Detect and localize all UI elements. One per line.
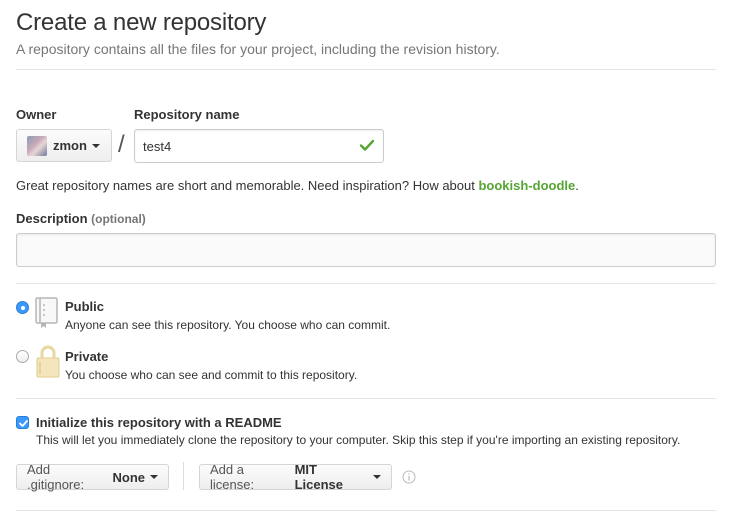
toolbar-divider: [183, 462, 184, 490]
page-subtitle: A repository contains all the files for …: [16, 41, 500, 57]
gitignore-dropdown[interactable]: Add .gitignore: None: [16, 462, 169, 492]
readme-title: Initialize this repository with a README: [36, 415, 282, 430]
caret-down-icon: [150, 475, 158, 479]
checkmark-icon: [19, 420, 28, 427]
divider: [16, 510, 716, 511]
check-icon: [359, 139, 375, 151]
hint-text: Great repository names are short and mem…: [16, 178, 479, 193]
page-title: Create a new repository: [16, 9, 267, 36]
divider: [16, 283, 716, 284]
caret-down-icon: [91, 143, 100, 148]
license-dropdown[interactable]: Add a license: MIT License: [199, 462, 392, 492]
optional-note: (optional): [91, 212, 146, 226]
description-label-text: Description: [16, 211, 88, 226]
gitignore-prefix: Add .gitignore:: [27, 462, 85, 492]
description-label: Description (optional): [16, 211, 146, 226]
divider: [16, 69, 716, 70]
private-desc: You choose who can see and commit to thi…: [65, 368, 358, 382]
description-input[interactable]: [16, 233, 716, 267]
name-hint: Great repository names are short and mem…: [16, 178, 579, 193]
owner-repo-separator: /: [118, 131, 125, 158]
gitignore-value: None: [112, 469, 146, 485]
owner-dropdown[interactable]: zmon: [16, 129, 112, 162]
caret-down-icon: [373, 475, 381, 479]
owner-value: zmon: [53, 138, 87, 153]
lock-icon: [36, 345, 60, 378]
repo-name-input[interactable]: [134, 129, 384, 163]
hint-end: .: [575, 178, 579, 193]
repo-name-label: Repository name: [134, 107, 240, 122]
readme-checkbox[interactable]: [16, 416, 29, 429]
owner-label: Owner: [16, 107, 57, 122]
public-title: Public: [65, 299, 105, 314]
public-desc: Anyone can see this repository. You choo…: [65, 318, 391, 332]
readme-desc: This will let you immediately clone the …: [36, 433, 681, 447]
divider: [16, 398, 716, 399]
private-radio[interactable]: [16, 350, 29, 363]
info-icon[interactable]: [402, 470, 416, 484]
license-prefix: Add a license:: [210, 462, 255, 492]
repo-book-icon: [35, 297, 58, 328]
public-radio[interactable]: [16, 301, 29, 314]
name-suggestion-link[interactable]: bookish-doodle: [478, 178, 575, 193]
license-value: MIT License: [294, 462, 343, 492]
private-title: Private: [65, 349, 109, 364]
avatar: [27, 135, 47, 156]
